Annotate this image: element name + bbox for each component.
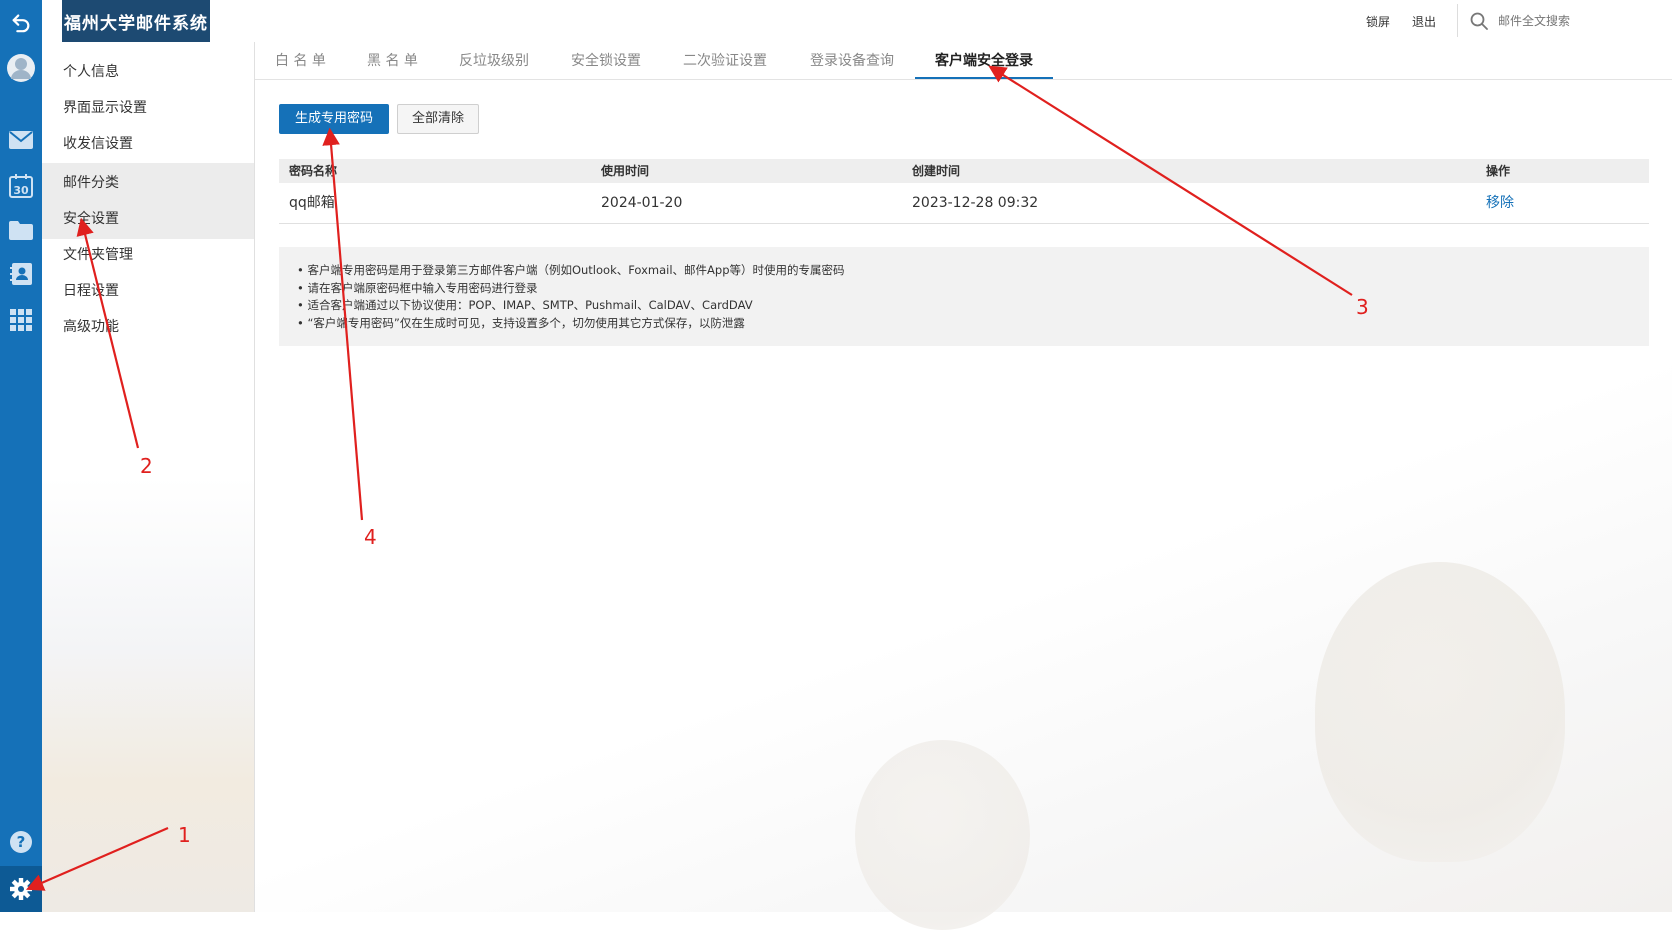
- nav-item-security[interactable]: 安全设置: [42, 199, 254, 239]
- help-icon[interactable]: ?: [0, 822, 42, 862]
- tab-login-devices[interactable]: 登录设备查询: [810, 42, 894, 78]
- annotation-label-3: 3: [1356, 295, 1369, 319]
- col-header-used: 使用时间: [601, 164, 650, 178]
- nav-item-advanced[interactable]: 高级功能: [42, 307, 254, 347]
- apps-icon[interactable]: [0, 300, 42, 340]
- nav-item-schedule[interactable]: 日程设置: [42, 271, 254, 311]
- tab-whitelist[interactable]: 白 名 单: [275, 42, 326, 78]
- tab-security-lock[interactable]: 安全锁设置: [571, 42, 641, 78]
- annotation-label-4: 4: [364, 525, 377, 549]
- annotation-label-2: 2: [140, 454, 153, 478]
- search-input[interactable]: [1496, 13, 1650, 29]
- table-row: qq邮箱 2024-01-20 2023-12-28 09:32 移除: [279, 183, 1649, 224]
- annotation-label-1: 1: [178, 823, 191, 847]
- note-item: “客户端专用密码”仅在生成时可见，支持设置多个，切勿使用其它方式保存，以防泄露: [297, 315, 1649, 333]
- note-item: 请在客户端原密码框中输入专用密码进行登录: [297, 280, 1649, 298]
- cell-name: qq邮箱: [289, 195, 335, 211]
- mail-icon[interactable]: [0, 120, 42, 160]
- clear-all-button[interactable]: 全部清除: [397, 104, 479, 134]
- search-box[interactable]: [1470, 8, 1670, 34]
- col-header-created: 创建时间: [912, 164, 961, 178]
- nav-item-profile[interactable]: 个人信息: [42, 52, 254, 92]
- password-table: 密码名称 使用时间 创建时间 操作 qq邮箱 2024-01-20 2023-1…: [279, 159, 1649, 224]
- gear-icon[interactable]: [0, 866, 42, 912]
- calendar-icon[interactable]: 30: [0, 166, 42, 206]
- nav-item-folders[interactable]: 文件夹管理: [42, 235, 254, 275]
- note-item: 适合客户端通过以下协议使用：POP、IMAP、SMTP、Pushmail、Cal…: [297, 297, 1649, 315]
- nav-item-mail-category[interactable]: 邮件分类: [42, 163, 254, 203]
- app-rail: 30 ?: [0, 0, 42, 912]
- background-balloon: [855, 740, 1030, 930]
- top-header: 福州大学邮件系统 锁屏 退出: [42, 0, 1672, 43]
- security-tabs: 白 名 单 黑 名 单 反垃圾级别 安全锁设置 二次验证设置 登录设备查询 客户…: [255, 42, 1672, 80]
- app-logo: 福州大学邮件系统: [62, 0, 210, 42]
- remove-link[interactable]: 移除: [1486, 183, 1514, 223]
- tab-two-factor[interactable]: 二次验证设置: [683, 42, 767, 78]
- tab-antispam[interactable]: 反垃圾级别: [459, 42, 529, 78]
- nav-item-display[interactable]: 界面显示设置: [42, 88, 254, 128]
- avatar-icon[interactable]: [0, 48, 42, 88]
- header-divider: [1457, 4, 1458, 37]
- folder-icon[interactable]: [0, 210, 42, 250]
- background-balloon: [1315, 562, 1565, 862]
- svg-text:?: ?: [17, 833, 26, 851]
- tab-blacklist[interactable]: 黑 名 单: [367, 42, 418, 78]
- notes-box: 客户端专用密码是用于登录第三方邮件客户端（例如Outlook、Foxmail、邮…: [279, 247, 1649, 346]
- tab-client-secure-login[interactable]: 客户端安全登录: [915, 42, 1053, 79]
- cell-used: 2024-01-20: [601, 195, 683, 211]
- cell-created: 2023-12-28 09:32: [912, 195, 1039, 211]
- col-header-name: 密码名称: [289, 164, 338, 178]
- table-header: 密码名称 使用时间 创建时间 操作: [279, 159, 1649, 183]
- undo-icon[interactable]: [0, 2, 42, 42]
- note-item: 客户端专用密码是用于登录第三方邮件客户端（例如Outlook、Foxmail、邮…: [297, 262, 1649, 280]
- contacts-icon[interactable]: [0, 254, 42, 294]
- svg-text:30: 30: [13, 184, 29, 197]
- col-header-op: 操作: [1486, 164, 1511, 178]
- logout-link[interactable]: 退出: [1412, 13, 1436, 30]
- lock-screen-link[interactable]: 锁屏: [1366, 13, 1390, 30]
- nav-item-send-receive[interactable]: 收发信设置: [42, 124, 254, 164]
- generate-password-button[interactable]: 生成专用密码: [279, 104, 389, 134]
- search-icon: [1470, 12, 1488, 30]
- main-content: 白 名 单 黑 名 单 反垃圾级别 安全锁设置 二次验证设置 登录设备查询 客户…: [255, 42, 1672, 930]
